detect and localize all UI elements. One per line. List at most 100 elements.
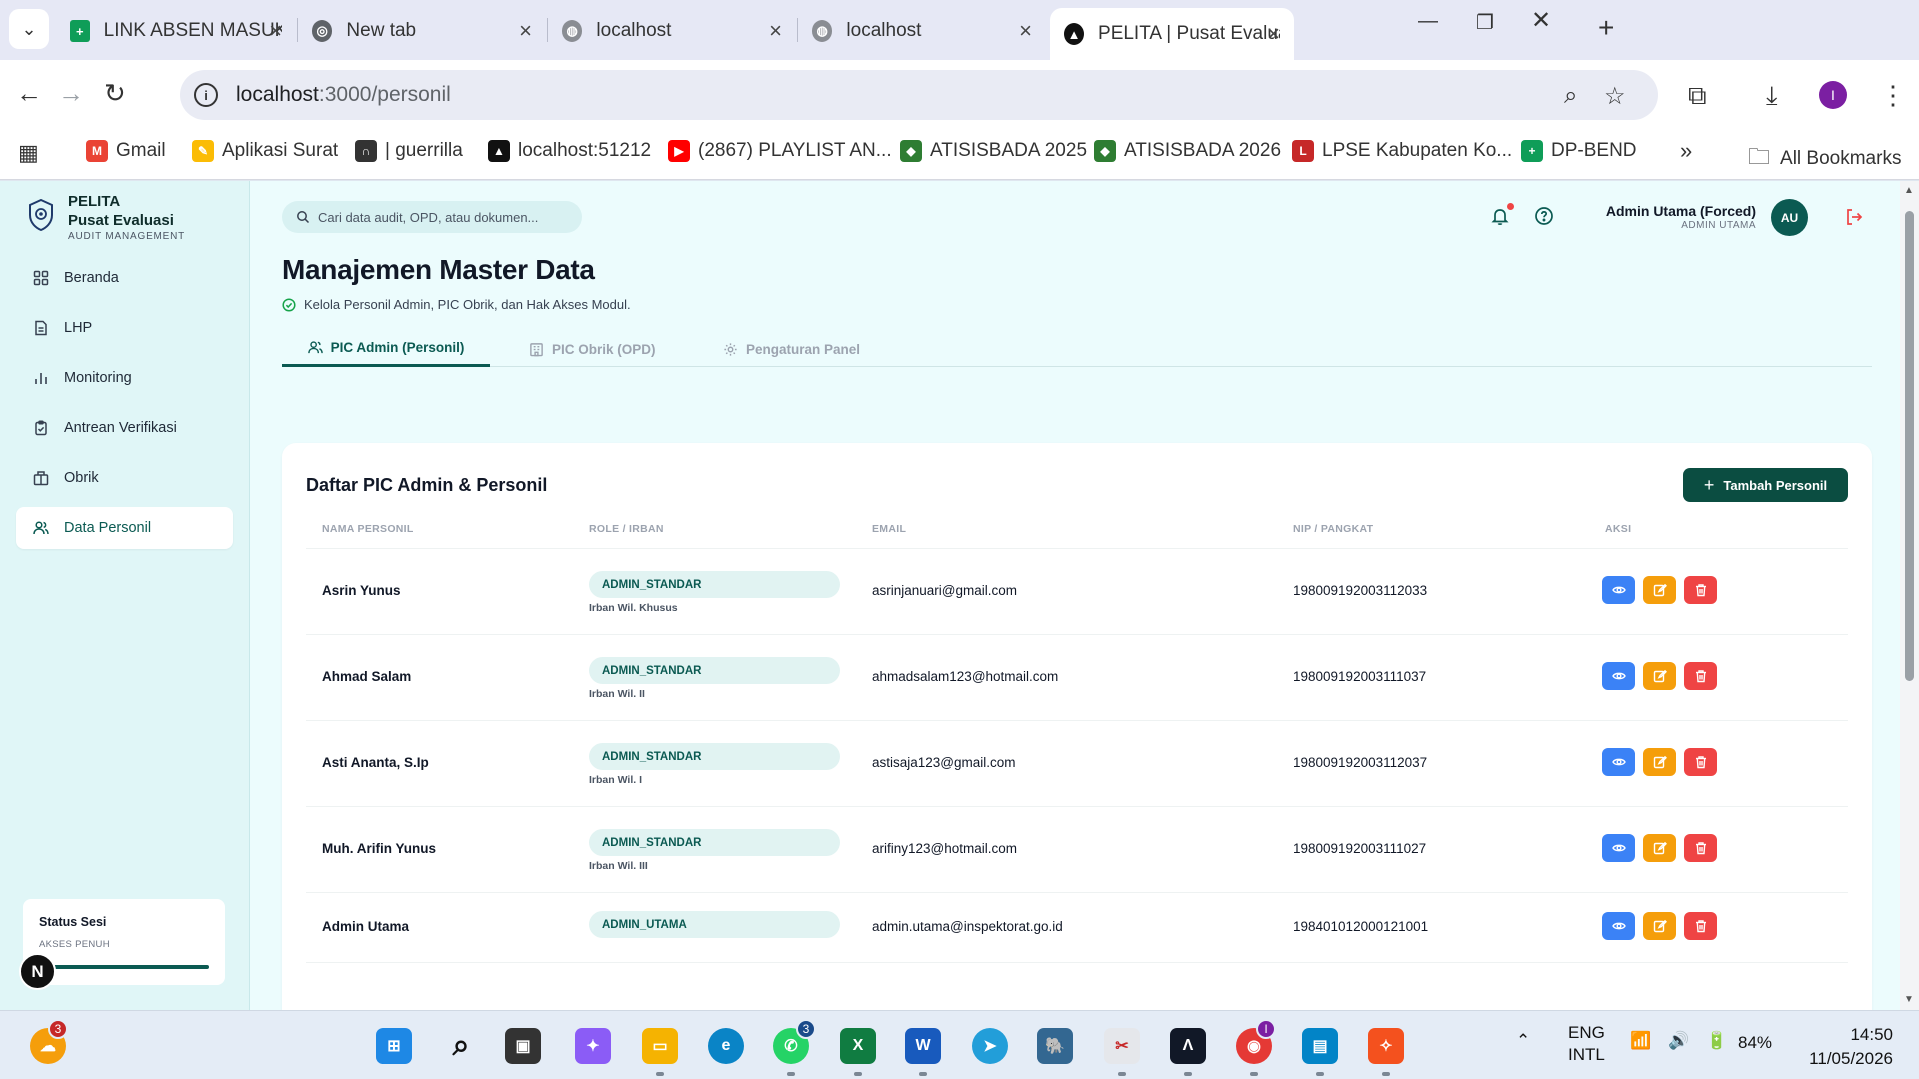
- close-window-button[interactable]: ✕: [1531, 6, 1551, 35]
- bookmark-lpse[interactable]: L LPSE Kabupaten Ko...: [1292, 140, 1512, 162]
- edit-button[interactable]: [1643, 748, 1676, 776]
- bookmark-dp-bend[interactable]: + DP-BEND: [1521, 140, 1637, 162]
- sidebar-item-monitoring[interactable]: Monitoring: [16, 357, 233, 399]
- edit-button[interactable]: [1643, 834, 1676, 862]
- forward-button[interactable]: →: [58, 78, 84, 109]
- notepad-icon[interactable]: ▤: [1302, 1028, 1338, 1064]
- tab-pic-admin[interactable]: PIC Admin (Personil): [282, 331, 490, 367]
- back-button[interactable]: ←: [16, 78, 42, 109]
- profile-avatar[interactable]: I: [1819, 81, 1847, 109]
- copilot-icon[interactable]: ✦: [575, 1028, 611, 1064]
- bookmark-youtube[interactable]: ▶ (2867) PLAYLIST AN...: [668, 140, 892, 162]
- edge-icon[interactable]: e: [708, 1028, 744, 1064]
- sidebar-item-obrik[interactable]: Obrik: [16, 457, 233, 499]
- bookmark-localhost[interactable]: ▲ localhost:51212: [488, 140, 651, 162]
- browser-tab-2[interactable]: ◎ New tab ×: [298, 8, 546, 54]
- view-button[interactable]: [1602, 576, 1635, 604]
- telegram-icon[interactable]: ➤: [972, 1028, 1008, 1064]
- global-search[interactable]: [282, 201, 582, 233]
- task-view-icon[interactable]: ▣: [505, 1028, 541, 1064]
- more-bookmarks-icon[interactable]: »: [1680, 138, 1692, 164]
- all-bookmarks[interactable]: 🗀 All Bookmarks: [1748, 140, 1901, 178]
- edit-button[interactable]: [1643, 576, 1676, 604]
- delete-button[interactable]: [1684, 576, 1717, 604]
- app-icon[interactable]: ✧: [1368, 1028, 1404, 1064]
- scroll-up-icon[interactable]: ▲: [1904, 185, 1914, 196]
- close-icon[interactable]: ×: [519, 18, 532, 44]
- excel-icon[interactable]: X: [840, 1028, 876, 1064]
- help-icon[interactable]: [1533, 205, 1555, 227]
- edit-button[interactable]: [1643, 662, 1676, 690]
- column-header-role: ROLE / IRBAN: [589, 523, 664, 535]
- add-personil-button[interactable]: + Tambah Personil: [1683, 468, 1848, 502]
- minimize-button[interactable]: —: [1418, 10, 1438, 33]
- view-button[interactable]: [1602, 748, 1635, 776]
- bookmark-atisisbada-2025[interactable]: ◆ ATISISBADA 2025: [900, 140, 1087, 162]
- brand-subtitle: Pusat Evaluasi: [68, 212, 174, 229]
- volume-icon[interactable]: 🔊: [1668, 1031, 1689, 1051]
- apps-grid-icon[interactable]: ▦: [18, 140, 39, 166]
- bookmark-guerrilla[interactable]: ∩ | guerrilla: [355, 140, 463, 162]
- postgresql-icon[interactable]: 🐘: [1037, 1028, 1073, 1064]
- scroll-down-icon[interactable]: ▼: [1904, 994, 1914, 1005]
- bookmark-star-icon[interactable]: ☆: [1604, 82, 1626, 111]
- restore-button[interactable]: ❐: [1476, 10, 1494, 35]
- page-scrollbar[interactable]: ▲ ▼: [1900, 181, 1919, 1010]
- view-button[interactable]: [1602, 834, 1635, 862]
- zoom-icon[interactable]: ⌕: [1564, 82, 1577, 110]
- tab-search-button[interactable]: ⌄: [9, 9, 49, 49]
- input-language[interactable]: ENG INTL: [1568, 1022, 1605, 1066]
- word-icon[interactable]: W: [905, 1028, 941, 1064]
- brand[interactable]: PELITA Pusat Evaluasi AUDIT MANAGEMENT: [28, 193, 185, 242]
- bookmark-aplikasi-surat[interactable]: ✎ Aplikasi Surat: [192, 140, 338, 162]
- chevron-up-icon[interactable]: ⌃: [1516, 1031, 1530, 1051]
- kebab-menu-icon[interactable]: ⋮: [1880, 80, 1906, 111]
- gmail-icon: M: [86, 140, 108, 162]
- close-icon[interactable]: ×: [269, 18, 282, 44]
- browser-tab-1[interactable]: + LINK ABSEN MASUK PETU ×: [56, 8, 296, 54]
- site-info-icon[interactable]: i: [194, 83, 218, 107]
- running-indicator: [1184, 1072, 1192, 1076]
- scroll-thumb[interactable]: [1905, 211, 1914, 681]
- battery-icon[interactable]: 🔋: [1706, 1031, 1727, 1051]
- edit-button[interactable]: [1643, 912, 1676, 940]
- extensions-icon[interactable]: ⧉: [1688, 80, 1707, 112]
- new-tab-button[interactable]: +: [1598, 12, 1614, 44]
- close-icon[interactable]: ×: [1267, 21, 1280, 47]
- delete-button[interactable]: [1684, 748, 1717, 776]
- close-icon[interactable]: ×: [769, 18, 782, 44]
- browser-tab-active[interactable]: ▲ PELITA | Pusat Evaluasi La ×: [1050, 8, 1294, 60]
- table-title: Daftar PIC Admin & Personil: [306, 475, 548, 495]
- tab-pic-obrik[interactable]: PIC Obrik (OPD): [529, 331, 656, 367]
- view-button[interactable]: [1602, 912, 1635, 940]
- browser-tab-3[interactable]: ◍ localhost ×: [548, 8, 796, 54]
- reload-button[interactable]: ↻: [104, 78, 126, 109]
- sidebar-item-antrean-verifikasi[interactable]: Antrean Verifikasi: [16, 407, 233, 449]
- search-input[interactable]: [318, 209, 568, 225]
- sidebar-item-data-personil[interactable]: Data Personil: [16, 507, 233, 549]
- tab-pengaturan-panel[interactable]: Pengaturan Panel: [723, 331, 860, 367]
- close-icon[interactable]: ×: [1019, 18, 1032, 44]
- search-icon[interactable]: ⌕: [443, 1028, 479, 1064]
- user-avatar[interactable]: AU: [1771, 199, 1808, 236]
- browser-tab-4[interactable]: ◍ localhost ×: [798, 8, 1046, 54]
- windows-start-icon[interactable]: ⊞: [376, 1028, 412, 1064]
- download-icon[interactable]: ⤓: [1766, 80, 1778, 112]
- sidebar-item-lhp[interactable]: LHP: [16, 307, 233, 349]
- wifi-icon[interactable]: 📶: [1630, 1031, 1651, 1051]
- dev-tools-indicator[interactable]: N: [19, 953, 56, 990]
- bookmark-gmail[interactable]: M Gmail: [86, 140, 166, 162]
- sidebar-item-beranda[interactable]: Beranda: [16, 257, 233, 299]
- arch-icon: ∩: [355, 140, 377, 162]
- file-explorer-icon[interactable]: ▭: [642, 1028, 678, 1064]
- logout-icon[interactable]: [1844, 207, 1864, 227]
- snipping-tool-icon[interactable]: ✂: [1104, 1028, 1140, 1064]
- system-clock[interactable]: 14:50 11/05/2026: [1809, 1023, 1893, 1071]
- view-button[interactable]: [1602, 662, 1635, 690]
- delete-button[interactable]: [1684, 662, 1717, 690]
- antigravity-icon[interactable]: Λ: [1170, 1028, 1206, 1064]
- delete-button[interactable]: [1684, 912, 1717, 940]
- bookmark-atisisbada-2026[interactable]: ◆ ATISISBADA 2026: [1094, 140, 1281, 162]
- delete-button[interactable]: [1684, 834, 1717, 862]
- address-bar[interactable]: i localhost:3000/personil ⌕ ☆: [180, 70, 1658, 120]
